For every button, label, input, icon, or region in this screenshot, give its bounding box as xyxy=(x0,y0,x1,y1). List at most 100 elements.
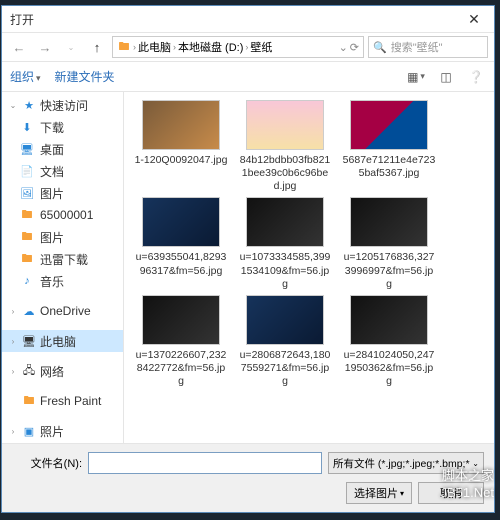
star-icon: ★ xyxy=(22,98,36,112)
toolbar: 组织▾ 新建文件夹 ▦▾ ◫ ❔ xyxy=(2,62,494,92)
filetype-select[interactable]: 所有文件 (*.jpg;*.jpeg;*.bmp;* ⌄ xyxy=(328,452,484,474)
photos-icon: ▣ xyxy=(22,424,36,438)
folder-icon: 🖿 xyxy=(20,208,34,222)
file-item[interactable]: u=639355041,829396317&fm=56.jpg xyxy=(134,197,228,290)
filename-label: 文件名(N): xyxy=(12,455,82,471)
download-icon: ⬇ xyxy=(20,120,34,134)
folder-icon: 🖿 xyxy=(20,252,34,266)
forward-button[interactable]: → xyxy=(34,36,56,58)
sidebar-item-label: 图片 xyxy=(40,185,64,202)
cloud-icon: ☁ xyxy=(22,304,36,318)
music-icon: ♪ xyxy=(20,274,34,288)
sidebar: ⌄ ★ 快速访问 ⬇下载🖥桌面📄文档🖼图片🖿65000001🖿图片🖿迅雷下载♪音… xyxy=(2,92,124,443)
footer: 文件名(N): 所有文件 (*.jpg;*.jpeg;*.bmp;* ⌄ 选择图… xyxy=(2,443,494,512)
sidebar-item[interactable]: ♪ 音乐 xyxy=(2,270,123,292)
sidebar-item[interactable]: 🖿 65000001 xyxy=(2,204,123,226)
thumbnail-image xyxy=(350,295,428,345)
thumbnail-image xyxy=(350,197,428,247)
file-item[interactable]: 1-120Q0092047.jpg xyxy=(134,100,228,193)
sidebar-item-label: 65000001 xyxy=(40,208,93,222)
sidebar-photos[interactable]: ›▣ 照片 xyxy=(2,420,123,442)
refresh-icon[interactable]: ⟳ xyxy=(350,41,359,54)
search-input[interactable]: 🔍 搜索"壁纸" xyxy=(368,36,488,58)
crumb[interactable]: 此电脑 xyxy=(138,39,171,55)
file-name: u=1205176836,3273996997&fm=56.jpg xyxy=(342,251,436,290)
file-name: u=1370226607,2328422772&fm=56.jpg xyxy=(134,349,228,388)
chevron-right-icon: › xyxy=(173,42,176,52)
filename-input[interactable] xyxy=(88,452,322,474)
preview-pane-button[interactable]: ◫ xyxy=(436,70,456,84)
file-item[interactable]: u=2806872643,1807559271&fm=56.jpg xyxy=(238,295,332,388)
sidebar-item[interactable]: 🖿 迅雷下载 xyxy=(2,248,123,270)
pictures-icon: 🖼 xyxy=(20,186,34,200)
pc-icon: 🖥 xyxy=(22,334,36,348)
desktop-icon: 🖥 xyxy=(20,142,34,156)
sidebar-item[interactable]: ⬇ 下载 xyxy=(2,116,123,138)
sidebar-onedrive[interactable]: ›☁ OneDrive xyxy=(2,300,123,322)
crumb[interactable]: 本地磁盘 (D:) xyxy=(178,39,243,55)
file-item[interactable]: 84b12bdbb03fb8211bee39c0b6c96bed.jpg xyxy=(238,100,332,193)
path-dropdown-icon[interactable]: ⌄ xyxy=(339,41,348,54)
sidebar-network[interactable]: ›🖧 网络 xyxy=(2,360,123,382)
thumbnail-image xyxy=(142,100,220,150)
sidebar-item[interactable]: 🖥 桌面 xyxy=(2,138,123,160)
file-name: 84b12bdbb03fb8211bee39c0b6c96bed.jpg xyxy=(238,154,332,193)
sidebar-item-label: 图片 xyxy=(40,229,64,246)
thumbnail-image xyxy=(142,295,220,345)
split-caret-icon: ▾ xyxy=(400,489,404,498)
chevron-down-icon[interactable]: ⌄ xyxy=(8,101,18,110)
file-pane[interactable]: 1-120Q0092047.jpg 84b12bdbb03fb8211bee39c… xyxy=(124,92,494,443)
search-placeholder: 搜索"壁纸" xyxy=(391,39,443,55)
back-button[interactable]: ← xyxy=(8,36,30,58)
navbar: ← → ⌄ ↑ 🖿 › 此电脑 › 本地磁盘 (D:) › 壁纸 ⌄⟳ 🔍 搜索… xyxy=(2,32,494,62)
file-name: 1-120Q0092047.jpg xyxy=(134,154,228,167)
sidebar-item[interactable]: 📄 文档 xyxy=(2,160,123,182)
file-item[interactable]: u=1205176836,3273996997&fm=56.jpg xyxy=(342,197,436,290)
file-name: u=639355041,829396317&fm=56.jpg xyxy=(134,251,228,277)
folder-icon: 🖿 xyxy=(22,394,36,408)
sidebar-item[interactable]: 🖼 图片 xyxy=(2,182,123,204)
sidebar-item-label: 文档 xyxy=(40,163,64,180)
sidebar-item-label: 桌面 xyxy=(40,141,64,158)
sidebar-quick-access[interactable]: ⌄ ★ 快速访问 xyxy=(2,94,123,116)
chevron-right-icon: › xyxy=(133,42,136,52)
titlebar: 打开 ✕ xyxy=(2,6,494,32)
chevron-down-icon: ▾ xyxy=(36,73,41,83)
file-item[interactable]: u=1073334585,3991534109&fm=56.jpg xyxy=(238,197,332,290)
file-name: u=2841024050,2471950362&fm=56.jpg xyxy=(342,349,436,388)
crumb[interactable]: 壁纸 xyxy=(250,39,272,55)
help-button[interactable]: ❔ xyxy=(466,70,486,84)
file-item[interactable]: u=2841024050,2471950362&fm=56.jpg xyxy=(342,295,436,388)
search-icon: 🔍 xyxy=(373,41,387,54)
thumbnail-image xyxy=(246,100,324,150)
open-button[interactable]: 选择图片▾ xyxy=(346,482,412,504)
close-button[interactable]: ✕ xyxy=(454,6,494,32)
sidebar-freshpaint[interactable]: 🖿 Fresh Paint xyxy=(2,390,123,412)
view-button[interactable]: ▦▾ xyxy=(406,70,426,84)
window-title: 打开 xyxy=(10,11,34,28)
recent-caret[interactable]: ⌄ xyxy=(60,36,82,58)
file-item[interactable]: u=1370226607,2328422772&fm=56.jpg xyxy=(134,295,228,388)
open-dialog: 打开 ✕ ← → ⌄ ↑ 🖿 › 此电脑 › 本地磁盘 (D:) › 壁纸 ⌄⟳… xyxy=(1,5,495,513)
folder-icon: 🖿 xyxy=(117,40,131,54)
sidebar-item-label: 音乐 xyxy=(40,273,64,290)
thumbnail-image xyxy=(350,100,428,150)
chevron-right-icon: › xyxy=(245,42,248,52)
chevron-down-icon: ⌄ xyxy=(472,459,479,468)
file-name: u=1073334585,3991534109&fm=56.jpg xyxy=(238,251,332,290)
breadcrumb[interactable]: 🖿 › 此电脑 › 本地磁盘 (D:) › 壁纸 ⌄⟳ xyxy=(112,36,364,58)
up-button[interactable]: ↑ xyxy=(86,36,108,58)
file-item[interactable]: 5687e71211e4e7235baf5367.jpg xyxy=(342,100,436,193)
new-folder-button[interactable]: 新建文件夹 xyxy=(55,68,115,85)
sidebar-this-pc[interactable]: ›🖥 此电脑 xyxy=(2,330,123,352)
thumbnail-image xyxy=(142,197,220,247)
thumbnail-image xyxy=(246,295,324,345)
sidebar-item-label: 下载 xyxy=(40,119,64,136)
sidebar-item-label: 迅雷下载 xyxy=(40,251,88,268)
sidebar-item[interactable]: 🖿图片 xyxy=(2,226,123,248)
thumbnail-image xyxy=(246,197,324,247)
cancel-button[interactable]: 取消 xyxy=(418,482,484,504)
organize-button[interactable]: 组织▾ xyxy=(10,68,41,85)
file-name: u=2806872643,1807559271&fm=56.jpg xyxy=(238,349,332,388)
documents-icon: 📄 xyxy=(20,164,34,178)
